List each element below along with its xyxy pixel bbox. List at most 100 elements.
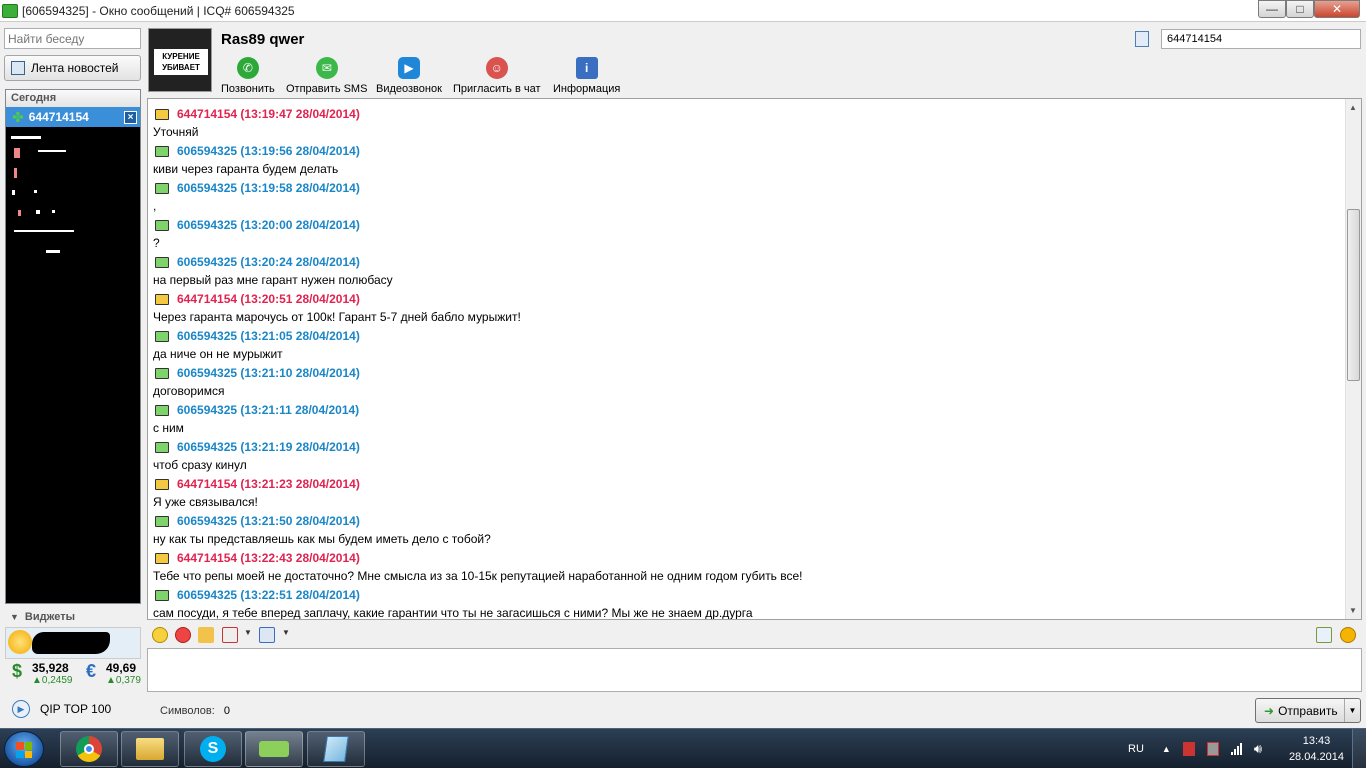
- send-arrow-icon: ➜: [1264, 703, 1275, 718]
- message-log-scrollbar[interactable]: ▲ ▼: [1345, 99, 1361, 619]
- message-author-time: 644714154 (13:20:51 28/04/2014): [177, 292, 360, 306]
- eur-rate-widget: € 49,69 ▲0,379: [86, 661, 141, 691]
- qip-top-label: QIP TOP 100: [40, 702, 112, 716]
- history-search-icon[interactable]: [1135, 31, 1149, 47]
- message-text: да ниче он не мурыжит: [153, 347, 283, 361]
- message-item: 606594325 (13:19:58 28/04/2014),: [153, 179, 1338, 216]
- message-text: Я уже связывался!: [153, 495, 258, 509]
- scroll-up-icon[interactable]: ▲: [1349, 103, 1357, 112]
- redacted-contacts-area: [6, 128, 140, 268]
- message-header: 606594325 (13:20:00 28/04/2014): [153, 216, 1338, 234]
- message-header: 644714154 (13:21:23 28/04/2014): [153, 475, 1338, 493]
- tray-expand-icon[interactable]: ▲: [1162, 744, 1171, 754]
- message-author-time: 606594325 (13:21:50 28/04/2014): [177, 514, 360, 528]
- close-conversation-icon[interactable]: ×: [124, 110, 137, 124]
- tray-app-icon[interactable]: [1182, 742, 1195, 756]
- skype-taskbar-button[interactable]: S: [184, 731, 242, 767]
- language-indicator[interactable]: RU: [1128, 743, 1144, 755]
- skype-icon: S: [200, 736, 226, 762]
- message-header: 606594325 (13:20:24 28/04/2014): [153, 253, 1338, 271]
- call-button[interactable]: ✆ Позвонить: [221, 57, 275, 95]
- video-call-button[interactable]: ▶ Видеозвонок: [376, 57, 442, 95]
- message-text: ?: [153, 236, 160, 250]
- message-header: 606594325 (13:21:05 28/04/2014): [153, 327, 1338, 345]
- title-bar: [606594325] - Окно сообщений | ICQ# 6065…: [0, 0, 1366, 22]
- widgets-header[interactable]: ▼ Виджеты: [4, 609, 141, 625]
- smiley-icon[interactable]: [152, 627, 168, 643]
- message-status-icon: [155, 478, 169, 490]
- template-dropdown-icon[interactable]: ▼: [282, 628, 290, 637]
- scroll-down-icon[interactable]: ▼: [1349, 606, 1357, 615]
- close-button[interactable]: ✕: [1314, 0, 1360, 18]
- send-sms-button[interactable]: ✉ Отправить SMS: [286, 57, 367, 95]
- conversation-item-label: 644714154: [28, 110, 89, 124]
- qip-top-100-button[interactable]: ▶ QIP TOP 100: [4, 697, 141, 721]
- weather-sun-icon: [8, 630, 32, 654]
- gear-icon[interactable]: [1340, 627, 1356, 643]
- file-send-icon[interactable]: [198, 627, 214, 643]
- qip-taskbar-button[interactable]: [245, 731, 303, 767]
- news-feed-button[interactable]: Лента новостей: [4, 55, 141, 81]
- char-counter: Символов: 0: [160, 705, 230, 717]
- conversation-item-active[interactable]: ✤ 644714154 ×: [6, 107, 140, 127]
- explorer-taskbar-button[interactable]: [121, 731, 179, 767]
- message-text: Уточняй: [153, 125, 199, 139]
- message-status-icon: [155, 145, 169, 157]
- message-author-time: 606594325 (13:20:24 28/04/2014): [177, 255, 360, 269]
- contact-avatar[interactable]: КУРЕНИЕ УБИВАЕТ: [148, 28, 212, 92]
- char-counter-label: Символов:: [160, 705, 215, 717]
- invite-to-chat-button[interactable]: ☺ Пригласить в чат: [453, 57, 541, 95]
- message-input[interactable]: [147, 648, 1362, 692]
- show-desktop-button[interactable]: [1352, 729, 1366, 768]
- conversation-search-input[interactable]: [4, 28, 141, 49]
- today-conversations-panel: Сегодня ✤ 644714154 ×: [5, 89, 141, 604]
- message-item: 606594325 (13:21:19 28/04/2014) чтоб сраз…: [153, 438, 1338, 475]
- window-title: [606594325] - Окно сообщений | ICQ# 6065…: [22, 3, 295, 18]
- notepad-taskbar-button[interactable]: [307, 731, 365, 767]
- send-button[interactable]: ➜ Отправить ▼: [1255, 698, 1361, 723]
- start-button[interactable]: [4, 731, 44, 767]
- calendar-dropdown-icon[interactable]: ▼: [244, 628, 252, 637]
- message-author-time: 606594325 (13:19:56 28/04/2014): [177, 144, 360, 158]
- message-header: 606594325 (13:21:11 28/04/2014): [153, 401, 1338, 419]
- message-author-time: 606594325 (13:21:11 28/04/2014): [177, 403, 360, 417]
- send-options-dropdown[interactable]: ▼: [1344, 699, 1360, 722]
- wink-icon[interactable]: [175, 627, 191, 643]
- usd-rate-value: 35,928: [32, 661, 69, 675]
- message-text: договоримся: [153, 384, 225, 398]
- play-icon: ▶: [12, 700, 30, 718]
- weather-widget[interactable]: [5, 627, 141, 659]
- minimize-button[interactable]: —: [1258, 0, 1286, 18]
- call-label: Позвонить: [221, 83, 275, 95]
- spellcheck-icon[interactable]: [1316, 627, 1332, 643]
- message-header: 606594325 (13:21:10 28/04/2014): [153, 364, 1338, 382]
- usd-rate-change: ▲0,2459: [32, 675, 73, 686]
- sidebar: Лента новостей Сегодня ✤ 644714154 × ▼ В…: [0, 23, 145, 728]
- eur-rate-change: ▲0,379: [106, 675, 141, 686]
- taskbar-clock[interactable]: 13:43 28.04.2014: [1289, 733, 1344, 765]
- calendar-icon[interactable]: [222, 627, 238, 643]
- template-icon[interactable]: [259, 627, 275, 643]
- message-log[interactable]: 644714154 (13:19:47 28/04/2014) Уточняй 60…: [147, 98, 1362, 620]
- signal-strength-icon[interactable]: [1230, 743, 1242, 755]
- message-author-time: 606594325 (13:22:51 28/04/2014): [177, 588, 360, 602]
- scroll-thumb[interactable]: [1347, 209, 1360, 381]
- message-author-time: 644714154 (13:22:43 28/04/2014): [177, 551, 360, 565]
- message-text: Через гаранта марочусь от 100к! Гарант 5…: [153, 310, 521, 324]
- message-author-time: 606594325 (13:21:19 28/04/2014): [177, 440, 360, 454]
- message-item: 606594325 (13:21:50 28/04/2014) ну как ты…: [153, 512, 1338, 549]
- qip-app-icon: [2, 3, 18, 18]
- redacted-weather-text: [32, 632, 110, 654]
- maximize-button[interactable]: □: [1286, 0, 1314, 18]
- network-warning-icon[interactable]: [1206, 742, 1219, 756]
- volume-icon[interactable]: 🔊︎: [1254, 741, 1262, 757]
- message-status-icon: [155, 330, 169, 342]
- message-item: 644714154 (13:20:51 28/04/2014) Через гар…: [153, 290, 1338, 327]
- contact-uin-field[interactable]: 644714154: [1161, 29, 1361, 49]
- message-author-time: 644714154 (13:21:23 28/04/2014): [177, 477, 360, 491]
- message-item: 644714154 (13:21:23 28/04/2014) Я уже свя…: [153, 475, 1338, 512]
- message-header: 644714154 (13:20:51 28/04/2014): [153, 290, 1338, 308]
- message-text: киви через гаранта будем делать: [153, 162, 339, 176]
- chrome-taskbar-button[interactable]: [60, 731, 118, 767]
- info-button[interactable]: i Информация: [553, 57, 620, 95]
